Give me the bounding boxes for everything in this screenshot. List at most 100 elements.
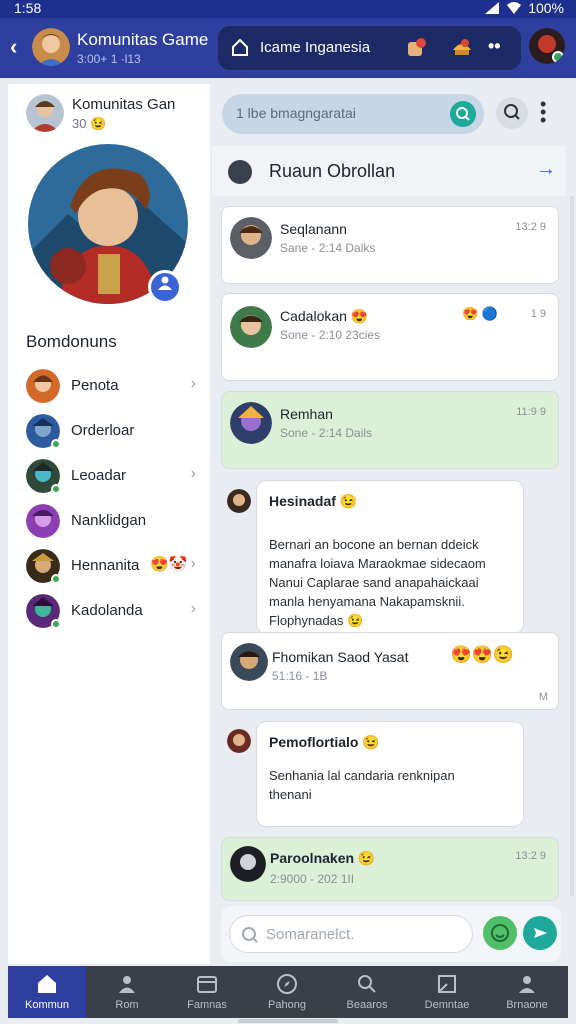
- status-time: 1:58: [14, 0, 42, 16]
- chat-room-icon: [228, 160, 252, 184]
- group-sidebar: Komunitas Gan 30 😉 Bomdonuns Penota › Or…: [8, 84, 210, 964]
- chevron-right-icon: ›: [190, 555, 196, 572]
- message-line: thenani: [269, 787, 312, 802]
- message-line: Flophynadas 😉: [269, 613, 364, 628]
- group-subtitle: 3:00+ 1 ·l13: [77, 52, 141, 66]
- chat-time: 13:2 9: [515, 221, 546, 233]
- nav-label: Kommun: [24, 999, 70, 1011]
- send-button[interactable]: [523, 916, 557, 950]
- search-icon: [358, 975, 376, 993]
- chat-preview: Sone - 2:14 Dails: [280, 426, 373, 440]
- chat-item[interactable]: Paroolnaken 😉 2:9000 - 202 1II 13:2 9: [221, 837, 559, 901]
- profile-avatar[interactable]: [26, 94, 64, 132]
- member-item[interactable]: Hennanita 😍🤡 ›: [8, 546, 210, 586]
- message-sender: Pemoflortialo 😉: [269, 734, 380, 750]
- group-title: Komunitas Game: [77, 30, 209, 49]
- member-item[interactable]: Kadolanda ›: [8, 591, 210, 631]
- chat-name: Fhomikan Saod Yasat: [272, 649, 409, 665]
- back-arrow-icon[interactable]: ‹: [10, 34, 17, 60]
- chat-time: 1 9: [530, 308, 546, 320]
- message-line: manafra loiava Maraokmae sidecaom: [269, 556, 486, 571]
- nav-item-pahong[interactable]: Pahong: [248, 966, 326, 1018]
- bottom-navigation: Kommun Rom Famnas Pahong Beaaros Demntae…: [8, 966, 568, 1018]
- chat-item[interactable]: Remhan Sone - 2:14 Dails 11:9 9: [221, 391, 559, 469]
- chat-avatar: [230, 846, 266, 882]
- online-indicator: [51, 574, 61, 584]
- scrollbar[interactable]: [570, 196, 574, 896]
- people-icon: [119, 976, 135, 993]
- message-input[interactable]: Somaranelct.: [229, 915, 473, 953]
- nav-item-rom[interactable]: Rom: [88, 966, 166, 1018]
- member-item[interactable]: Penota ›: [8, 366, 210, 406]
- members-heading: Bomdonuns: [26, 332, 117, 351]
- chat-avatar: [230, 643, 268, 681]
- chat-name: Seqlanann: [280, 221, 347, 237]
- nav-label: Famnas: [187, 999, 227, 1011]
- trophy-icon[interactable]: [450, 36, 474, 60]
- chat-preview: Sone - 2:10 23cies: [280, 328, 381, 342]
- nav-item-brnaone[interactable]: Brnaone: [488, 966, 566, 1018]
- member-item[interactable]: Leoadar ›: [8, 456, 210, 496]
- member-name: Penota: [71, 377, 119, 394]
- arrow-right-icon[interactable]: →: [536, 158, 556, 181]
- emoji-icon: [491, 924, 509, 942]
- member-name: Kadolanda: [71, 602, 143, 619]
- search-bar[interactable]: 1 lbe bmagngaratai: [222, 94, 484, 134]
- compass-icon: [277, 974, 297, 994]
- search-submit-button[interactable]: [450, 101, 476, 127]
- message-line: Senhania lal candaria renknipan: [269, 768, 455, 783]
- search-button[interactable]: [496, 97, 528, 129]
- chevron-right-icon: ›: [190, 375, 196, 392]
- member-avatar: [26, 414, 61, 449]
- chevron-right-icon: ›: [190, 600, 196, 617]
- nav-item-beaaros[interactable]: Beaaros: [328, 966, 406, 1018]
- search-icon: [504, 104, 520, 120]
- home-indicator[interactable]: [238, 1019, 338, 1023]
- character-icon[interactable]: [404, 36, 428, 60]
- room-header[interactable]: Ruaun Obrollan →: [212, 146, 566, 196]
- emoji-button[interactable]: [483, 916, 517, 950]
- nav-label: Demntae: [424, 999, 470, 1011]
- message-line: manla henyamana Nakapamsknii.: [269, 594, 465, 609]
- more-dots-icon[interactable]: ••: [488, 36, 501, 57]
- channel-pill[interactable]: Icame Inganesia ••: [218, 26, 521, 70]
- message-line: Nanui Caplarae sand anapahaickaai: [269, 575, 479, 590]
- room-title: Ruaun Obrollan: [269, 161, 396, 181]
- message-avatar: [227, 729, 251, 753]
- group-avatar[interactable]: [32, 28, 70, 66]
- search-input[interactable]: 1 lbe bmagngaratai: [236, 105, 356, 121]
- member-item[interactable]: Orderloar: [8, 411, 210, 451]
- channel-label: Icame Inganesia: [260, 39, 371, 56]
- nav-item-famnas[interactable]: Famnas: [168, 966, 246, 1018]
- nav-item-kommun[interactable]: Kommun: [8, 966, 86, 1018]
- wifi-icon: [507, 2, 522, 14]
- my-avatar[interactable]: [529, 28, 565, 64]
- nav-item-demntae[interactable]: Demntae: [408, 966, 486, 1018]
- profile-status: 30 😉: [72, 116, 107, 131]
- chat-name: Paroolnaken 😉: [270, 850, 376, 866]
- chat-item[interactable]: Seqlanann Sane - 2:14 Dalks 13:2 9: [221, 206, 559, 284]
- home-icon: [38, 975, 56, 993]
- chat-item[interactable]: Cadalokan 😍 Sone - 2:10 23cies 😍 🔵 1 9: [221, 293, 559, 381]
- reaction-emojis[interactable]: 😍😍😉: [450, 645, 514, 665]
- online-indicator: [51, 439, 61, 449]
- edit-avatar-button[interactable]: [148, 270, 182, 304]
- member-name: Leoadar: [71, 467, 127, 484]
- chat-time: 11:9 9: [516, 406, 546, 418]
- message-sender: Hesinadaf 😉: [269, 493, 358, 509]
- nav-label: Beaaros: [346, 999, 388, 1011]
- more-vert-icon[interactable]: • • •: [540, 95, 546, 129]
- member-name: Orderloar: [71, 422, 135, 439]
- profile-name: Komunitas Gan: [72, 96, 176, 113]
- chat-preview: Sane - 2:14 Dalks: [280, 241, 376, 255]
- member-item[interactable]: Nanklidgan: [8, 501, 210, 541]
- chat-avatar: [230, 306, 272, 348]
- online-indicator: [51, 619, 61, 629]
- chat-preview: 51:16 - 1B: [272, 669, 328, 683]
- member-avatar: [26, 504, 60, 538]
- message-bubble: Pemoflortialo 😉 Senhania lal candaria re…: [256, 721, 524, 827]
- member-name: Nanklidgan: [71, 512, 147, 529]
- member-avatar: [26, 369, 60, 403]
- chat-badges: 😍 🔵: [462, 306, 498, 321]
- chat-item[interactable]: Fhomikan Saod Yasat 51:16 - 1B 😍😍😉 M: [221, 632, 559, 710]
